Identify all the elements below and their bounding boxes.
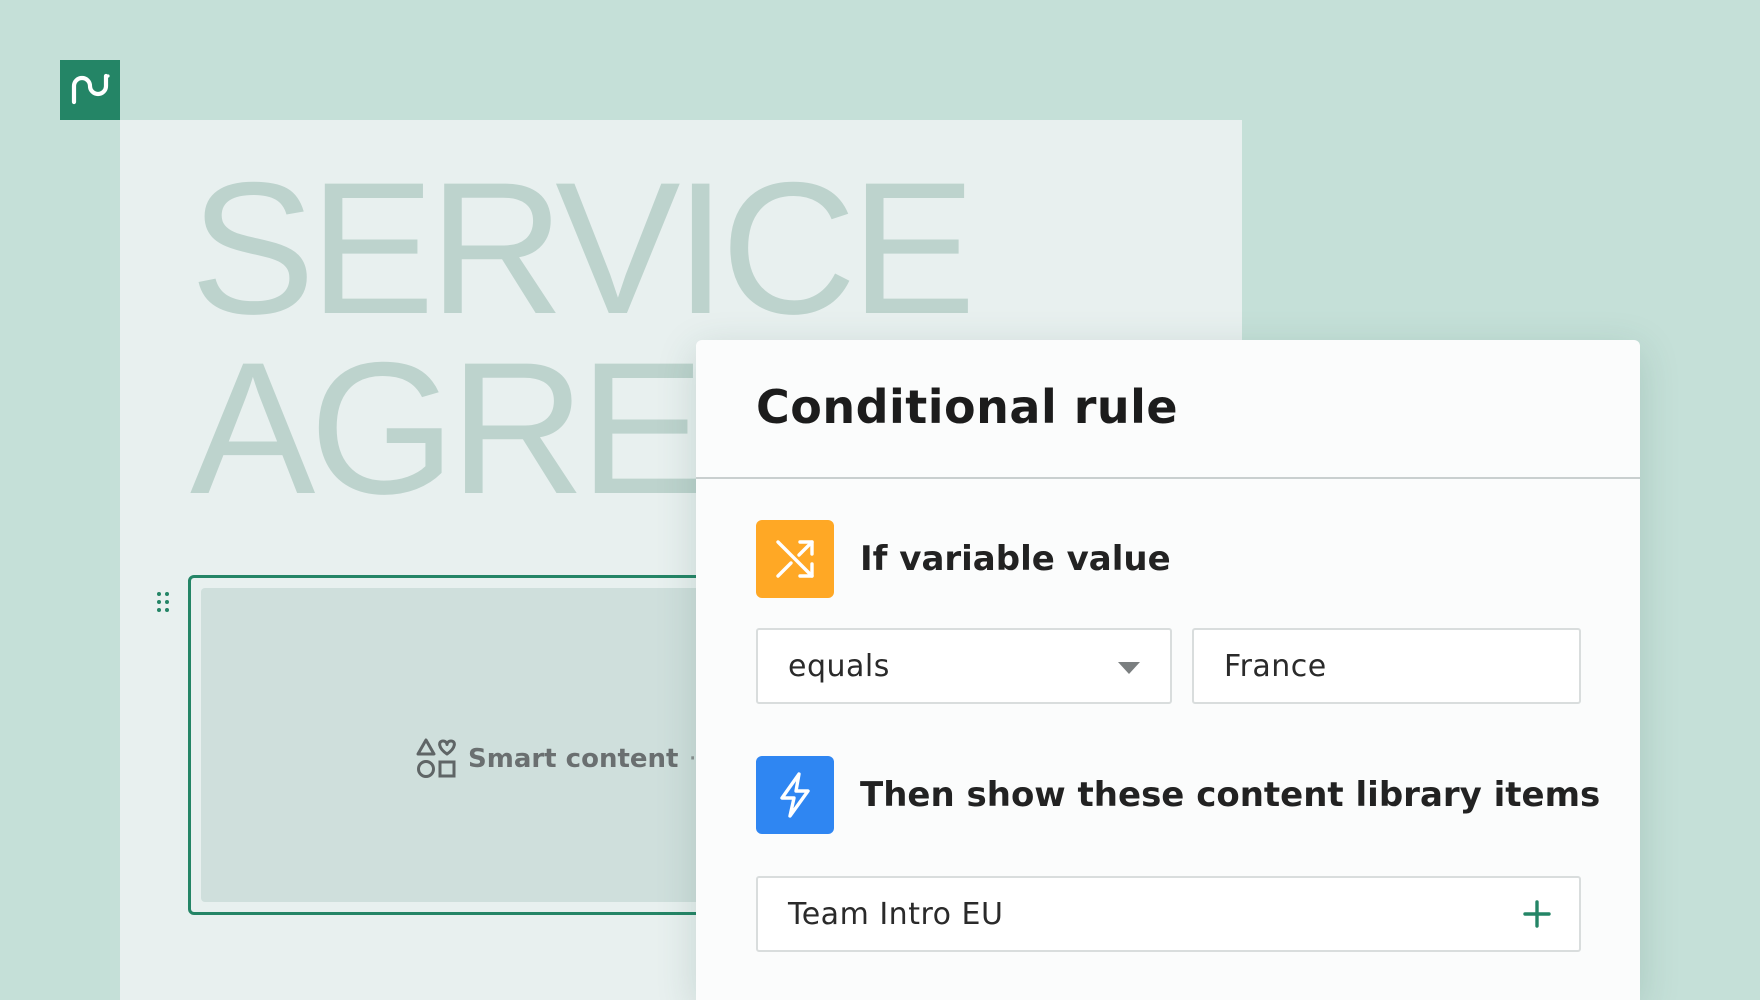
action-icon-tile bbox=[756, 756, 834, 834]
shuffle-icon bbox=[776, 540, 814, 578]
shapes-icon bbox=[416, 738, 456, 778]
operator-select[interactable]: equals bbox=[756, 628, 1172, 704]
plus-icon[interactable] bbox=[1521, 898, 1553, 930]
condition-label: If variable value bbox=[860, 539, 1171, 579]
condition-section-header: If variable value bbox=[756, 520, 1171, 598]
lightning-icon bbox=[780, 772, 810, 818]
conditional-rule-panel: Conditional rule If variable value equal… bbox=[696, 340, 1640, 1000]
operator-select-value: equals bbox=[788, 648, 890, 684]
pandadoc-logo[interactable] bbox=[60, 60, 120, 120]
drag-handle-icon[interactable] bbox=[156, 590, 170, 614]
document-title-line-1: SERVICE bbox=[190, 143, 976, 353]
panel-header: Conditional rule bbox=[696, 340, 1640, 479]
smart-content-label-group: Smart content · I bbox=[416, 738, 716, 780]
chevron-down-icon bbox=[1118, 662, 1140, 674]
panel-title: Conditional rule bbox=[756, 380, 1179, 434]
condition-icon-tile bbox=[756, 520, 834, 598]
condition-value-input[interactable]: France bbox=[1192, 628, 1581, 704]
pandadoc-logo-icon bbox=[71, 73, 110, 105]
condition-value-text: France bbox=[1224, 648, 1327, 684]
content-library-item-field[interactable]: Team Intro EU bbox=[756, 876, 1581, 952]
content-library-item-text: Team Intro EU bbox=[788, 896, 1004, 932]
smart-content-label: Smart content bbox=[468, 744, 679, 774]
action-label: Then show these content library items bbox=[860, 775, 1601, 815]
action-section-header: Then show these content library items bbox=[756, 756, 1600, 834]
